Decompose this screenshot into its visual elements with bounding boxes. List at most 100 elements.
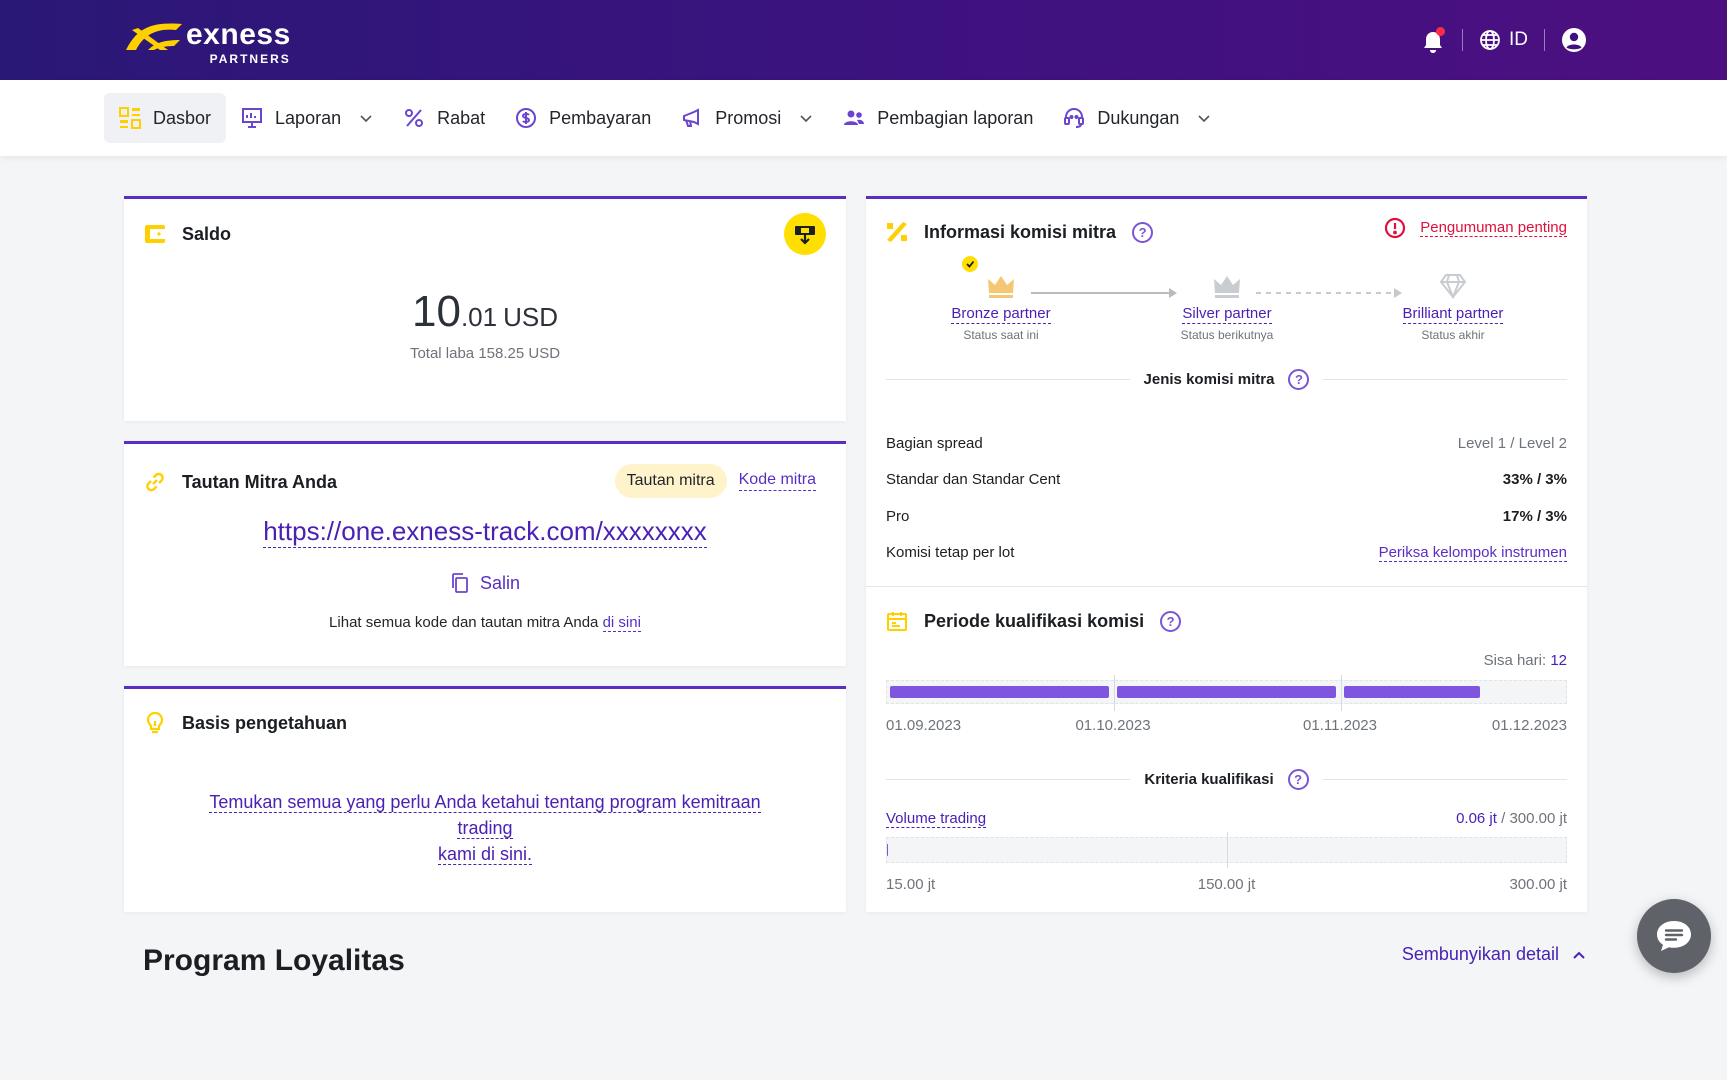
commission-row-value: 33% / 3% [1502, 471, 1567, 489]
nav-item-rabat[interactable]: Rabat [388, 93, 500, 143]
payment-coin-icon [516, 108, 537, 128]
commission-row: Pro 17% / 3% [886, 498, 1567, 535]
alert-icon [1385, 217, 1406, 239]
hide-details-label: Sembunyikan detail [1401, 944, 1559, 964]
brand-name: exness [186, 18, 291, 51]
nav-label: Dukungan [1097, 107, 1180, 128]
globe-icon [1480, 30, 1500, 50]
balance-card: Saldo 10.01 USD Total laba 158.25 USD [124, 196, 846, 421]
period-month-segment [890, 686, 1109, 698]
tier-bronze: Bronze partner Status saat ini [921, 256, 1081, 342]
commission-row-label: Pro [886, 507, 910, 525]
period-help-icon[interactable]: ? [1160, 610, 1182, 632]
volume-midpoint-tick [1226, 832, 1228, 868]
notifications-bell-icon[interactable] [1422, 27, 1446, 53]
user-account-icon[interactable] [1561, 27, 1587, 53]
top-header: exness PARTNERS ID [0, 0, 1727, 80]
current-status-check-icon [962, 256, 978, 272]
period-date-labels: 01.09.2023 01.10.2023 01.11.2023 01.12.2023 [886, 717, 1567, 737]
qualification-period-bar [886, 675, 1567, 711]
knowledge-text-line1: Temukan semua yang perlu Anda ketahui te… [209, 792, 761, 839]
volume-scale-labels: 15.00 jt 150.00 jt 300.00 jt [886, 876, 1567, 896]
nav-item-dukungan[interactable]: Dukungan [1048, 93, 1226, 143]
commission-type-help-icon[interactable]: ? [1288, 369, 1310, 390]
balance-currency: USD [503, 302, 558, 332]
nav-item-promosi[interactable]: Promosi [666, 93, 828, 143]
trading-volume-value: 0.06 jt / 300.00 jt [1456, 810, 1567, 828]
chevron-up-icon [1573, 951, 1585, 959]
balance-integer: 10 [411, 287, 461, 336]
tier-name[interactable]: Silver partner [1182, 305, 1272, 324]
knowledge-text-line2: kami di sini. [437, 844, 533, 865]
knowledge-base-link[interactable]: Temukan semua yang perlu Anda ketahui te… [184, 789, 786, 867]
header-divider [1544, 29, 1545, 51]
loyalty-program-title: Program Loyalitas [143, 944, 405, 977]
nav-item-laporan[interactable]: Laporan [226, 93, 388, 143]
chat-bubble-icon [1657, 921, 1691, 951]
copy-button[interactable]: Salin [124, 572, 846, 594]
all-codes-link[interactable]: di sini [602, 614, 641, 632]
days-left: Sisa hari: 12 [1484, 652, 1567, 669]
volume-target: / 300.00 jt [1496, 810, 1567, 827]
commission-row: Standar dan Standar Cent 33% / 3% [886, 462, 1567, 499]
period-month-segment [1344, 686, 1480, 698]
calendar-icon [887, 612, 907, 631]
balance-title: Saldo [182, 223, 232, 244]
exness-logo[interactable]: exness PARTNERS [124, 20, 291, 66]
partner-link-title: Tautan Mitra Anda [182, 471, 338, 492]
total-profit: Total laba 158.25 USD [409, 345, 561, 362]
nav-item-pembagian-laporan[interactable]: Pembagian laporan [828, 93, 1048, 143]
period-date-label: 01.11.2023 [1303, 717, 1377, 734]
period-month-tick [1114, 675, 1115, 711]
partner-link-header: Tautan Mitra Anda [144, 471, 337, 493]
period-title: Periode kualifikasi komisi [924, 610, 1145, 631]
nav-item-pembayaran[interactable]: Pembayaran [500, 93, 666, 143]
important-announcement[interactable]: Pengumuman penting [1384, 217, 1567, 239]
section-divider [866, 586, 1587, 587]
support-headset-icon [1064, 107, 1085, 128]
commission-info-card: Informasi komisi mitra ? Pengumuman pent… [866, 196, 1587, 912]
hide-details-button[interactable]: Sembunyikan detail [1402, 944, 1587, 965]
commission-type-divider: Jenis komisi mitra ? [886, 369, 1567, 390]
tier-name[interactable]: Bronze partner [951, 305, 1051, 324]
commission-row-value: Level 1 / Level 2 [1457, 434, 1567, 452]
commission-help-icon[interactable]: ? [1132, 221, 1154, 243]
withdraw-button[interactable] [784, 213, 826, 255]
commission-type-title: Jenis komisi mitra [1143, 371, 1275, 388]
tier-status: Status saat ini [963, 328, 1039, 342]
period-month-tick [1341, 675, 1342, 711]
announcement-label: Pengumuman penting [1420, 219, 1567, 237]
bronze-crown-icon [988, 276, 1014, 298]
criteria-help-icon[interactable]: ? [1287, 769, 1309, 790]
lightbulb-icon [146, 711, 164, 734]
commission-row: Bagian spread Level 1 / Level 2 [886, 425, 1567, 462]
commission-title: Informasi komisi mitra [924, 221, 1117, 242]
tab-partner-link[interactable]: Tautan mitra [614, 464, 727, 498]
nav-label: Laporan [275, 107, 342, 128]
trading-volume-bar [886, 832, 1567, 868]
nav-label: Pembayaran [549, 107, 652, 128]
partner-url-link[interactable]: https://one.exness-track.com/xxxxxxxx [263, 516, 707, 548]
days-left-label: Sisa hari: [1483, 652, 1547, 669]
knowledge-base-title: Basis pengetahuan [182, 712, 348, 733]
trading-volume-link[interactable]: Volume trading [886, 810, 987, 828]
knowledge-base-header: Basis pengetahuan [144, 711, 347, 735]
tab-partner-code[interactable]: Kode mitra [738, 471, 816, 491]
language-selector[interactable]: ID [1479, 29, 1528, 51]
silver-crown-icon [1214, 276, 1240, 298]
tier-status: Status akhir [1421, 328, 1485, 342]
commission-row-label: Standar dan Standar Cent [886, 471, 1061, 489]
nav-item-dasbor[interactable]: Dasbor [104, 93, 227, 143]
commission-table: Bagian spread Level 1 / Level 2 Standar … [886, 425, 1567, 571]
live-chat-button[interactable] [1637, 899, 1711, 973]
criteria-title: Kriteria kualifikasi [1144, 771, 1274, 788]
tier-name[interactable]: Brilliant partner [1402, 305, 1504, 324]
reports-icon [242, 108, 263, 128]
nav-label: Pembagian laporan [877, 107, 1034, 128]
period-date-label: 01.09.2023 [886, 717, 962, 734]
main-navigation: Dasbor Laporan Rabat Pembayaran Promosi … [0, 80, 1727, 156]
brand-sub: PARTNERS [209, 52, 291, 66]
period-date-label: 01.12.2023 [1491, 717, 1567, 734]
wallet-icon [145, 225, 165, 243]
check-instrument-groups-link[interactable]: Periksa kelompok instrumen [1378, 544, 1567, 562]
